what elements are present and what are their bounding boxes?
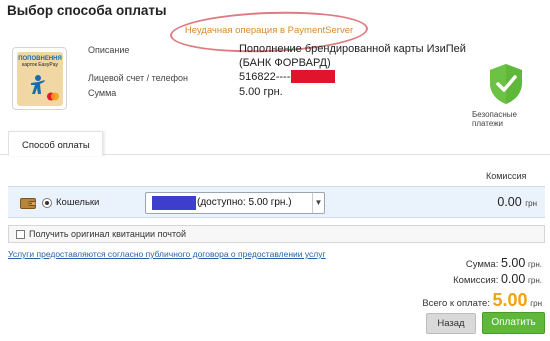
secure-payments-label: Безопасные платежи (472, 110, 517, 128)
easypay-card-image: ПОПОВНЕННЯ карток EasyPay (12, 47, 67, 110)
back-button[interactable]: Назад (426, 313, 476, 334)
redacted-account-block (291, 70, 335, 83)
summary-sum-currency: грн. (527, 260, 542, 269)
summary-total: Всего к оплате: 5.00 грн (422, 290, 542, 311)
wallet-icon (20, 198, 36, 209)
receipt-label: Получить оригинал квитанции почтой (29, 229, 187, 239)
account-label: Лицевой счет / телефон (88, 73, 188, 83)
commission-column-header: Комиссия (486, 171, 527, 181)
payment-method-row[interactable]: Кошельки (доступно: 5.00 грн.) ▼ 0.00 гр… (8, 186, 545, 218)
page-title: Выбор способа оплаты (7, 3, 167, 18)
shield-check-icon (490, 64, 522, 104)
amount-value: 5.00 грн. (239, 86, 283, 98)
receipt-checkbox[interactable] (16, 230, 25, 239)
tab-payment-method[interactable]: Способ оплаты (8, 131, 103, 156)
mastercard-icon (47, 92, 59, 101)
summary-commission-label: Комиссия: (453, 275, 499, 286)
wallet-select-value: (доступно: 5.00 грн.) (197, 197, 292, 208)
description-label: Описание (88, 45, 130, 55)
summary-total-currency: грн (530, 299, 542, 308)
person-figure-icon (31, 75, 45, 94)
summary-sum-label: Сумма: (465, 259, 499, 270)
wallets-label: Кошельки (56, 197, 100, 208)
summary-sum-value: 5.00 (501, 256, 526, 270)
receipt-option-row[interactable]: Получить оригинал квитанции почтой (8, 225, 545, 243)
public-contract-link[interactable]: Услуги предоставляются согласно публично… (8, 249, 326, 259)
description-value-line1: Пополнение брендированной карты ИзиПей (239, 43, 466, 55)
summary-commission-currency: грн. (527, 276, 542, 285)
summary-total-value: 5.00 (492, 290, 528, 310)
card-face: ПОПОВНЕННЯ карток EasyPay (17, 52, 63, 106)
amount-label: Сумма (88, 88, 117, 98)
method-commission-currency: грн (525, 199, 537, 208)
description-value-line2: (БАНК ФОРВАРД) (239, 57, 331, 69)
method-commission-value: 0.00 (497, 195, 522, 209)
wallet-radio[interactable] (42, 198, 52, 208)
account-value: 516822----- (239, 71, 295, 83)
tab-payment-method-label: Способ оплаты (22, 140, 90, 151)
summary-total-label: Всего к оплате: (422, 298, 490, 309)
card-brand-line2: карток EasyPay (21, 62, 59, 68)
redacted-wallet-name (152, 196, 196, 210)
chevron-down-icon[interactable]: ▼ (312, 193, 324, 213)
summary-commission-value: 0.00 (501, 272, 526, 286)
summary-commission: Комиссия: 0.00 грн. (453, 272, 542, 286)
method-commission: 0.00 грн (497, 195, 537, 209)
wallet-select[interactable]: (доступно: 5.00 грн.) ▼ (145, 192, 325, 214)
pay-button[interactable]: Оплатить (482, 312, 545, 334)
card-brand-line1: ПОПОВНЕННЯ (18, 56, 62, 62)
error-message: Неудачная операция в PaymentServer (184, 25, 354, 36)
summary-sum: Сумма: 5.00 грн. (466, 256, 542, 270)
